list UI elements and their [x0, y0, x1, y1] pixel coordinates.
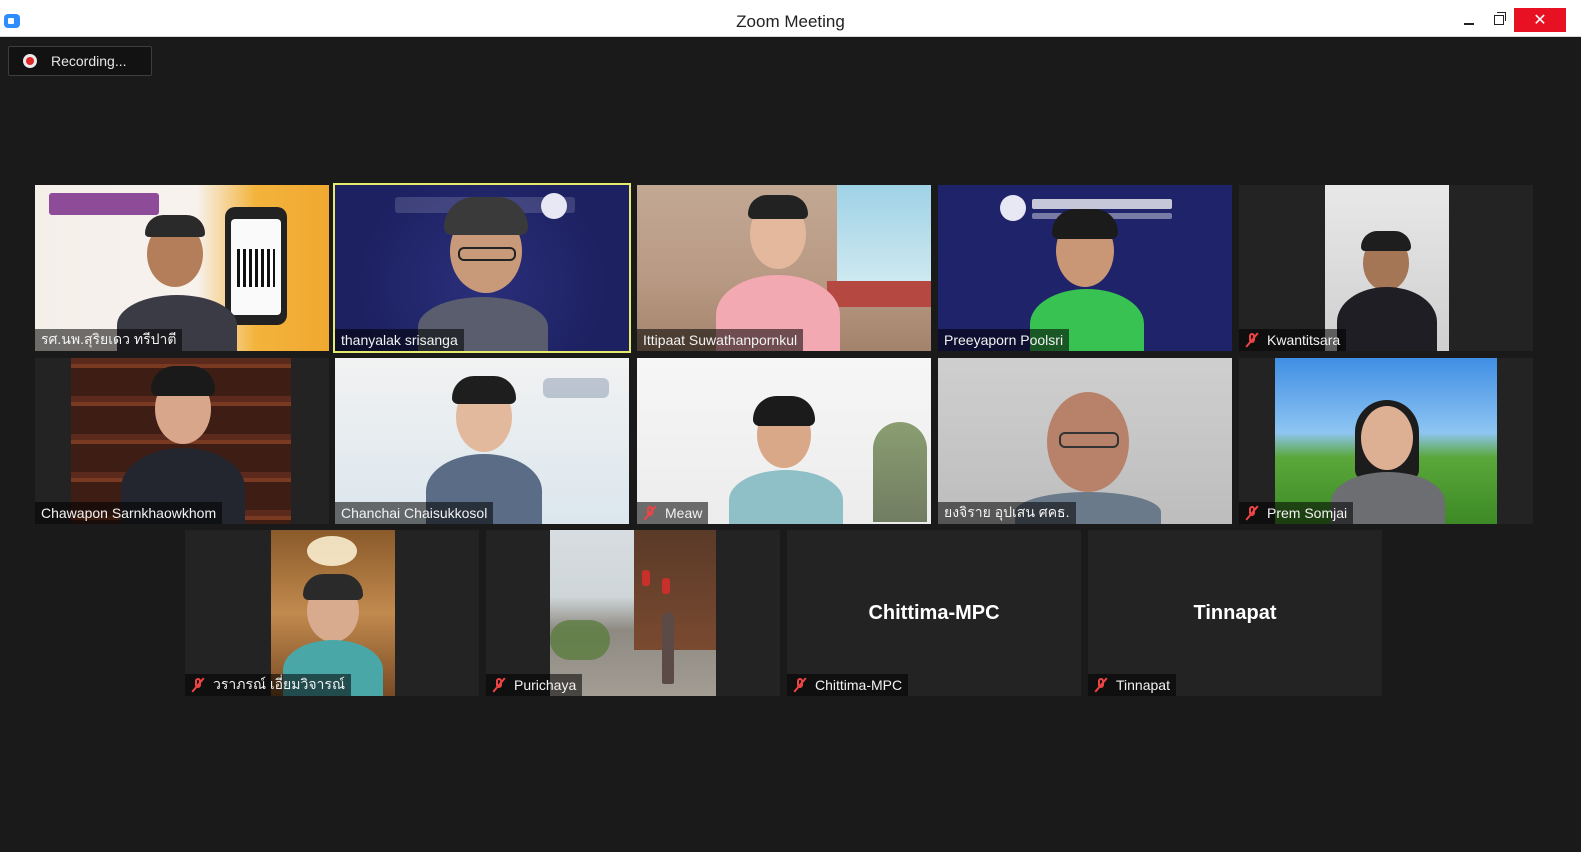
participant-video: [938, 358, 1232, 524]
restore-button[interactable]: [1486, 8, 1512, 32]
recording-label: Recording...: [51, 53, 127, 69]
participant-name-label: Purichaya: [486, 674, 583, 696]
participant-tile[interactable]: Preeyaporn Poolsri: [938, 185, 1232, 351]
participant-name-label: Tinnapat: [1088, 674, 1176, 696]
participant-video: [1275, 358, 1497, 524]
participant-tile[interactable]: Purichaya: [486, 530, 780, 696]
participant-tile[interactable]: Prem Somjai: [1239, 358, 1533, 524]
participant-video: [938, 185, 1232, 351]
participant-video: [550, 530, 716, 696]
mic-muted-icon: [1094, 677, 1108, 693]
participant-name-label: วราภรณ์ เอี่ยมวิจารณ์: [185, 674, 351, 696]
record-icon: [23, 54, 37, 68]
participant-video: [1325, 185, 1449, 351]
participant-video: [335, 358, 629, 524]
mic-muted-icon: [191, 677, 205, 693]
participant-name-label: Kwantitsara: [1239, 329, 1347, 351]
mic-muted-icon: [492, 677, 506, 693]
participant-name-label: Chawapon Sarnkhaowkhom: [35, 502, 223, 524]
participant-tile[interactable]: Ittipaat Suwathanpornkul: [637, 185, 931, 351]
participant-name-label: Chittima-MPC: [787, 674, 909, 696]
participant-name-label: Ittipaat Suwathanpornkul: [637, 329, 804, 351]
participant-video: [271, 530, 395, 696]
participant-video: [637, 358, 931, 524]
participant-tile[interactable]: Chanchai Chaisukkosol: [335, 358, 629, 524]
participant-video: [71, 358, 291, 524]
participant-name-label: ยงจิราย อุปเสน ศคธ.: [938, 502, 1076, 524]
close-button[interactable]: ✕: [1514, 8, 1566, 32]
participant-video: [637, 185, 931, 351]
participant-display-name: Tinnapat: [1193, 602, 1277, 624]
participant-name-label: Chanchai Chaisukkosol: [335, 502, 494, 524]
participant-name-label: thanyalak srisanga: [335, 329, 464, 351]
mic-muted-icon: [793, 677, 807, 693]
participant-name-label: Meaw: [637, 502, 709, 524]
participant-tile-active-speaker[interactable]: thanyalak srisanga: [333, 183, 631, 353]
participant-tile[interactable]: รศ.นพ.สุริยเดว ทรีปาตี: [35, 185, 329, 351]
participant-name-label: Prem Somjai: [1239, 502, 1354, 524]
participant-video: [335, 185, 629, 351]
participant-tile[interactable]: วราภรณ์ เอี่ยมวิจารณ์: [185, 530, 479, 696]
restore-icon: [1494, 12, 1506, 25]
minimize-button[interactable]: [1456, 8, 1482, 32]
participant-name-label: รศ.นพ.สุริยเดว ทรีปาตี: [35, 329, 183, 351]
window-title: Zoom Meeting: [736, 12, 845, 31]
mic-muted-icon: [1245, 505, 1259, 521]
participant-tile[interactable]: Chawapon Sarnkhaowkhom: [35, 358, 329, 524]
participant-tile[interactable]: Meaw: [637, 358, 931, 524]
participant-display-name: Chittima-MPC: [868, 602, 1000, 624]
participant-video: [35, 185, 329, 351]
participant-tile[interactable]: Kwantitsara: [1239, 185, 1533, 351]
participant-tile[interactable]: ยงจิราย อุปเสน ศคธ.: [938, 358, 1232, 524]
participant-tile-no-video[interactable]: Tinnapat Tinnapat: [1088, 530, 1382, 696]
mic-muted-icon: [643, 505, 657, 521]
minimize-icon: [1464, 23, 1474, 25]
mic-muted-icon: [1245, 332, 1259, 348]
participant-name-label: Preeyaporn Poolsri: [938, 329, 1070, 351]
recording-indicator[interactable]: Recording...: [8, 46, 152, 76]
title-bar: Zoom Meeting ✕: [0, 0, 1581, 37]
participant-tile-no-video[interactable]: Chittima-MPC Chittima-MPC: [787, 530, 1081, 696]
